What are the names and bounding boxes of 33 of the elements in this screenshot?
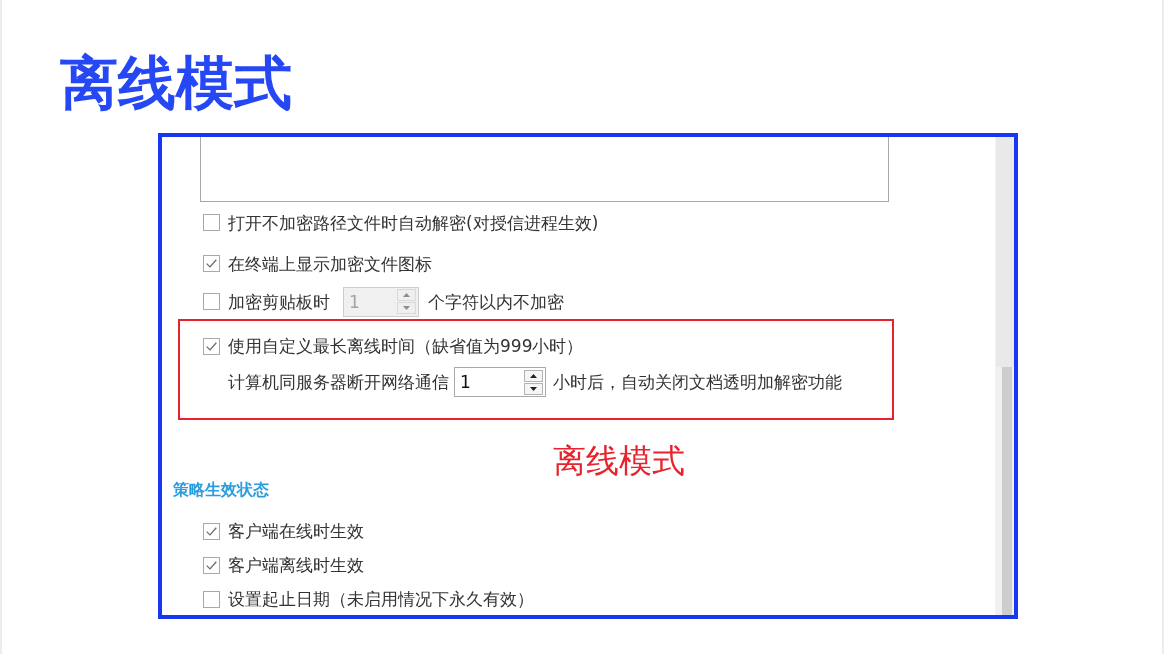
option-label: 打开不加密路径文件时自动解密(对授信进程生效) [228,212,599,233]
checkbox[interactable] [203,214,220,231]
scrollbar-thumb[interactable] [1002,367,1012,615]
option-label: 客户端在线时生效 [228,521,364,541]
option-label: 设置起止日期（未启用情况下永久有效） [228,589,534,609]
check-icon [206,526,217,536]
option-label: 客户端离线时生效 [228,555,364,575]
detail-label: 计算机同服务器断开网络通信 [228,372,449,392]
check-icon [206,560,217,570]
up-triangle-icon [403,293,410,297]
unit-label: 小时后，自动关闭文档透明加解密功能 [553,372,842,392]
checkbox[interactable] [203,556,220,574]
option-label: 加密剪贴板时 [228,291,330,312]
option-label: 在终端上显示加密文件图标 [228,253,432,274]
down-triangle-icon [530,386,537,391]
checkbox[interactable] [203,337,220,355]
scrollbar[interactable] [995,137,1014,615]
unit-label: 个字符以内不加密 [428,291,564,312]
check-icon [206,341,217,351]
spin-up-button[interactable] [524,369,543,382]
annotation-label: 离线模式 [553,443,685,479]
number-spinner[interactable]: 1 [454,367,546,397]
down-triangle-icon [403,306,410,310]
up-triangle-icon [530,373,537,378]
spin-down-button[interactable] [524,382,543,395]
slide-title: 离线模式 [60,50,292,116]
check-icon [206,259,217,268]
checkbox[interactable] [203,590,220,608]
checkbox[interactable] [203,293,220,310]
checkbox[interactable] [203,255,220,272]
option-label: 使用自定义最长离线时间（缺省值为999小时） [228,336,584,356]
checkbox[interactable] [203,522,220,540]
section-heading: 策略生效状态 [173,480,269,500]
